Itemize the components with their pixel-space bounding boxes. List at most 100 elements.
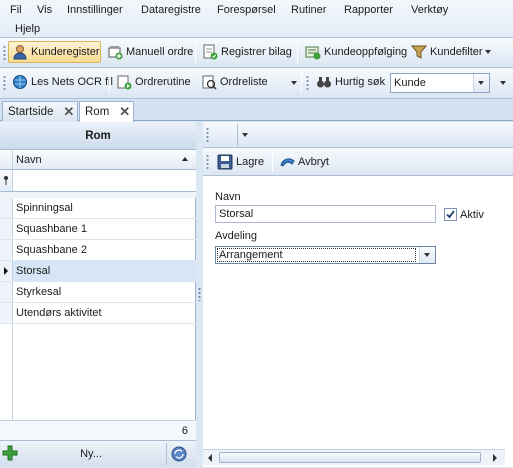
save-icon bbox=[217, 154, 233, 170]
menu-foresporsel[interactable]: Forespørsel bbox=[217, 3, 276, 17]
aktiv-checkbox[interactable] bbox=[444, 208, 457, 221]
refresh-button[interactable] bbox=[166, 443, 190, 465]
toolbar-separator bbox=[109, 73, 110, 93]
hurtig-sok-value: Kunde bbox=[394, 77, 426, 89]
toolbar-overflow-icon[interactable] bbox=[500, 81, 506, 85]
detail-toolbar: Lagre Avbryt bbox=[203, 148, 513, 176]
lagre-button[interactable]: Lagre bbox=[214, 151, 267, 173]
add-icon[interactable] bbox=[2, 445, 18, 464]
document-tabs: Startside ✕ Rom ✕ bbox=[0, 99, 513, 122]
row-name: Squashbane 1 bbox=[16, 223, 87, 235]
pin-icon bbox=[4, 176, 8, 185]
kundeoppfolging-label: Kundeoppfølging bbox=[324, 46, 408, 58]
filter-row-indicator bbox=[0, 170, 13, 191]
menu-innstillinger[interactable]: Innstillinger bbox=[67, 3, 123, 17]
avdeling-select[interactable]: Arrangement bbox=[215, 246, 436, 264]
manuell-ordre-button[interactable]: Manuell ordre bbox=[104, 41, 196, 63]
document-check-icon bbox=[202, 44, 218, 60]
globe-refresh-icon bbox=[171, 446, 187, 462]
menu-fil[interactable]: Fil bbox=[10, 3, 22, 17]
scrollbar-thumb[interactable] bbox=[219, 452, 481, 463]
tab-startside[interactable]: Startside ✕ bbox=[2, 101, 78, 121]
hurtig-sok-label: Hurtig søk bbox=[335, 76, 386, 88]
hurtig-sok-select[interactable]: Kunde bbox=[390, 73, 490, 93]
ordrerutine-label: Ordrerutine bbox=[135, 76, 191, 88]
navn-input[interactable]: Storsal bbox=[215, 205, 436, 223]
kunderegister-button[interactable]: Kunderegister bbox=[8, 41, 101, 63]
ordrerutine-button[interactable]: Ordrerutine bbox=[113, 71, 194, 93]
ordreliste-label: Ordreliste bbox=[220, 76, 268, 88]
row-indicator bbox=[0, 240, 13, 260]
row-indicator bbox=[0, 303, 13, 323]
filter-row bbox=[0, 170, 196, 192]
followup-icon bbox=[305, 44, 321, 60]
avdeling-dropdown-button[interactable] bbox=[419, 247, 435, 263]
nets-globe-icon bbox=[12, 74, 28, 90]
new-button[interactable]: Ny... bbox=[20, 444, 162, 464]
table-row[interactable]: Utendørs aktivitet bbox=[0, 303, 196, 324]
column-header-navn[interactable]: Navn bbox=[0, 150, 196, 170]
grid-title: Rom bbox=[0, 122, 196, 150]
aktiv-label: Aktiv bbox=[460, 209, 484, 221]
table-row-selected[interactable]: Storsal bbox=[0, 261, 196, 282]
toolbar-overflow-icon[interactable] bbox=[291, 81, 297, 85]
registrer-bilag-button[interactable]: Registrer bilag bbox=[199, 41, 295, 63]
kundeoppfolging-button[interactable]: Kundeoppfølging bbox=[302, 41, 410, 63]
splitter-grip bbox=[198, 287, 201, 301]
menu-hjelp[interactable]: Hjelp bbox=[15, 22, 40, 36]
toolbar-grip[interactable] bbox=[206, 154, 209, 170]
secondary-toolbar: Les Nets OCR fil Ordrerutine Ordreliste … bbox=[0, 68, 513, 99]
chevron-down-icon bbox=[424, 253, 430, 257]
ordreliste-button[interactable]: Ordreliste bbox=[198, 71, 271, 93]
detail-dropdown-button[interactable] bbox=[237, 124, 253, 146]
hurtig-sok-dropdown-button[interactable] bbox=[473, 74, 489, 92]
toolbar-grip[interactable] bbox=[3, 75, 6, 91]
filter-icon bbox=[410, 44, 428, 60]
rom-grid-panel: Rom Navn Spinningsal Squashbane 1 Squash… bbox=[0, 122, 196, 467]
grid-title-text: Rom bbox=[85, 130, 111, 142]
toolbar-grip[interactable] bbox=[206, 127, 209, 143]
avbryt-label: Avbryt bbox=[298, 156, 329, 168]
navn-label: Navn bbox=[215, 191, 241, 203]
kundefilter-button[interactable]: Kundefilter bbox=[408, 41, 491, 63]
focus-rect bbox=[217, 248, 416, 262]
filter-input[interactable] bbox=[14, 170, 196, 191]
toolbar-separator bbox=[301, 73, 302, 93]
horizontal-scrollbar[interactable] bbox=[203, 449, 505, 465]
table-row[interactable]: Squashbane 1 bbox=[0, 219, 196, 240]
person-icon bbox=[12, 44, 28, 60]
table-row[interactable]: Squashbane 2 bbox=[0, 240, 196, 261]
scroll-right-icon[interactable] bbox=[493, 454, 497, 462]
close-icon[interactable]: ✕ bbox=[119, 104, 130, 120]
table-row[interactable]: Styrkesal bbox=[0, 282, 196, 303]
scroll-left-icon[interactable] bbox=[208, 454, 212, 462]
row-indicator bbox=[0, 282, 13, 302]
row-indicator-column bbox=[0, 324, 13, 420]
close-icon[interactable]: ✕ bbox=[63, 104, 74, 120]
kundefilter-label: Kundefilter bbox=[430, 46, 483, 58]
toolbar-separator bbox=[272, 153, 273, 173]
les-nets-ocr-button[interactable]: Les Nets OCR fil bbox=[9, 71, 116, 93]
tab-rom[interactable]: Rom ✕ bbox=[79, 101, 134, 122]
kundefilter-dropdown-icon[interactable] bbox=[485, 50, 491, 54]
order-add-icon bbox=[107, 44, 123, 60]
detail-top-bar bbox=[203, 122, 513, 148]
avbryt-button[interactable]: Avbryt bbox=[276, 151, 332, 173]
toolbar-grip[interactable] bbox=[306, 75, 309, 91]
list-search-icon bbox=[201, 74, 217, 90]
toolbar-separator bbox=[195, 43, 196, 63]
routine-play-icon bbox=[116, 74, 132, 90]
menu-vis[interactable]: Vis bbox=[37, 3, 52, 17]
les-nets-label: Les Nets OCR fil bbox=[31, 76, 113, 88]
chevron-down-icon bbox=[478, 81, 484, 85]
new-button-label: Ny... bbox=[80, 448, 102, 460]
menu-rapporter[interactable]: Rapporter bbox=[344, 3, 393, 17]
undo-arrow-icon bbox=[279, 154, 295, 170]
menu-rutiner[interactable]: Rutiner bbox=[291, 3, 326, 17]
chevron-down-icon bbox=[242, 133, 248, 137]
menu-dataregistre[interactable]: Dataregistre bbox=[141, 3, 201, 17]
toolbar-grip[interactable] bbox=[3, 45, 6, 61]
row-count: 6 bbox=[181, 425, 188, 437]
table-row[interactable]: Spinningsal bbox=[0, 198, 196, 219]
menu-verktoy[interactable]: Verktøy bbox=[411, 3, 448, 17]
